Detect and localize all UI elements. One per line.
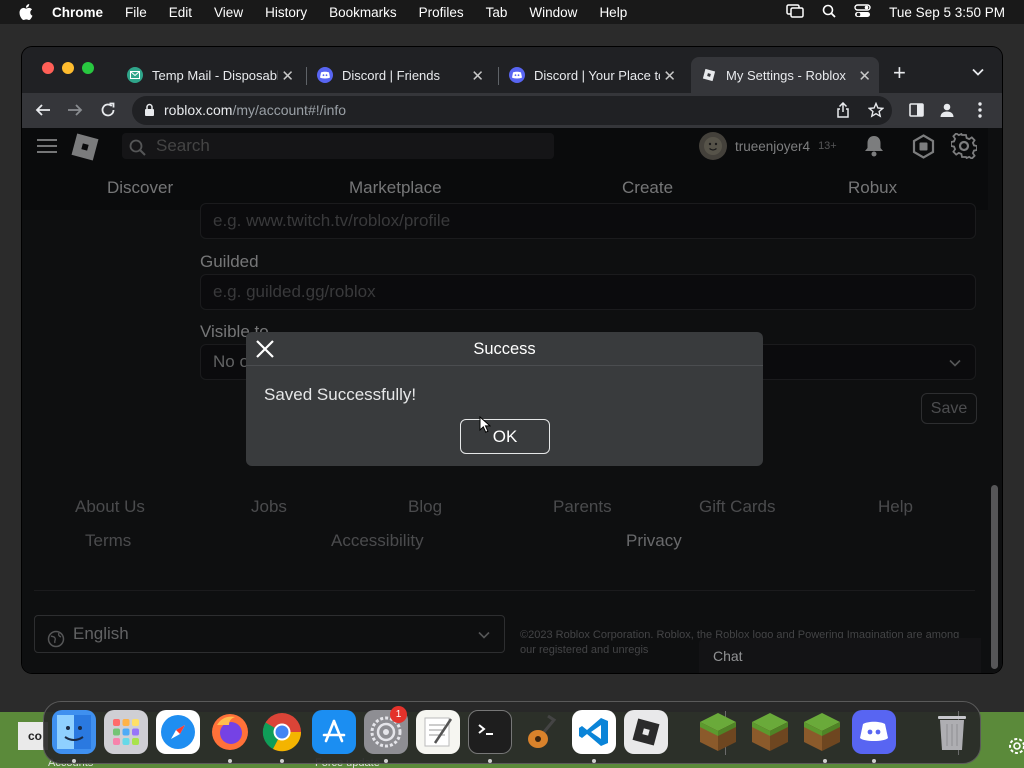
tab-title: Temp Mail - Disposable [152,67,278,83]
tab-title: Discord | Friends [342,67,441,83]
garageband-icon[interactable] [520,710,564,754]
dialog-title: Success [473,340,536,358]
lock-icon[interactable] [144,103,155,122]
side-panel-icon[interactable] [906,100,926,120]
share-icon[interactable] [836,101,850,123]
trash-icon[interactable] [930,710,974,754]
tab-roblox-settings[interactable]: My Settings - Roblox ✕ [691,57,879,93]
tab-temp-mail[interactable]: Temp Mail - Disposable ✕ [127,57,302,93]
textedit-icon[interactable] [416,710,460,754]
url-domain: roblox.com [164,102,233,118]
address-bar[interactable]: roblox.com/my/account#!/info [132,96,892,125]
launchpad-icon[interactable] [104,710,148,754]
discord-icon[interactable] [852,710,896,754]
desktop-gear-icon[interactable] [1007,736,1024,761]
back-icon[interactable] [33,100,53,120]
apple-icon[interactable] [18,4,34,20]
menu-view[interactable]: View [214,5,243,20]
menu-file[interactable]: File [125,5,147,20]
success-dialog: Success Saved Successfully! OK [246,332,763,466]
chrome-menu-icon[interactable] [970,100,990,120]
tab-strip: Temp Mail - Disposable ✕ Discord | Frien… [22,47,1002,93]
tab-close-icon[interactable]: ✕ [858,67,871,85]
dialog-header: Success [246,332,763,366]
menu-help[interactable]: Help [599,5,627,20]
running-indicator [228,759,232,763]
tab-close-icon[interactable]: ✕ [471,67,484,85]
minecraft-icon[interactable] [696,710,740,754]
vscode-icon[interactable] [572,710,616,754]
tab-title: Discord | Your Place to [534,67,660,83]
tab-separator [498,67,499,85]
window-zoom-button[interactable] [82,62,94,74]
control-center-icon[interactable] [854,3,871,21]
tab-discord-your-place[interactable]: Discord | Your Place to ✕ [509,57,684,93]
bookmark-star-icon[interactable] [867,101,885,123]
safari-icon[interactable] [156,710,200,754]
spotlight-search-icon[interactable] [822,4,836,21]
menu-tab[interactable]: Tab [486,5,508,20]
tab-separator [306,67,307,85]
settings-notification-badge: 1 [390,706,407,723]
forward-icon[interactable] [65,100,85,120]
url-text: roblox.com/my/account#!/info [164,102,346,118]
close-icon[interactable] [255,339,275,359]
tab-discord-friends[interactable]: Discord | Friends ✕ [317,57,492,93]
tempmail-icon [127,67,143,83]
window-close-button[interactable] [42,62,54,74]
terminal-icon[interactable] [468,710,512,754]
profile-icon[interactable] [937,100,957,120]
tab-close-icon[interactable]: ✕ [663,67,676,85]
running-indicator [872,759,876,763]
running-indicator [823,759,827,763]
browser-toolbar: roblox.com/my/account#!/info [22,93,1002,128]
roblox-icon[interactable] [624,710,668,754]
url-path: /my/account#!/info [232,102,347,118]
menu-history[interactable]: History [265,5,307,20]
minecraft-icon[interactable] [800,710,844,754]
screen-mirroring-icon[interactable] [786,3,804,21]
window-minimize-button[interactable] [62,62,74,74]
finder-icon[interactable] [52,710,96,754]
tab-search-chevron-icon[interactable] [972,63,984,81]
chrome-icon[interactable] [260,710,304,754]
app-name[interactable]: Chrome [52,5,103,20]
menu-edit[interactable]: Edit [169,5,192,20]
new-tab-icon[interactable]: + [893,60,906,86]
menu-bookmarks[interactable]: Bookmarks [329,5,397,20]
reload-icon[interactable] [98,100,118,120]
discord-icon [317,67,333,83]
macos-menubar: Chrome File Edit View History Bookmarks … [0,0,1024,24]
roblox-icon [701,67,717,83]
tab-close-icon[interactable]: ✕ [281,67,294,85]
roblox-page: Search trueenjoyer4 13+ Discover Marketp… [22,128,1002,673]
ok-button[interactable]: OK [460,419,550,454]
menu-profiles[interactable]: Profiles [419,5,464,20]
firefox-icon[interactable] [208,710,252,754]
chrome-window: Temp Mail - Disposable ✕ Discord | Frien… [22,47,1002,673]
macos-dock [43,701,981,764]
running-indicator [488,759,492,763]
running-indicator [384,759,388,763]
running-indicator [72,759,76,763]
app-store-icon[interactable] [312,710,356,754]
running-indicator [592,759,596,763]
discord-icon [509,67,525,83]
menubar-clock[interactable]: Tue Sep 5 3:50 PM [889,5,1005,20]
mouse-cursor-icon [479,415,492,439]
menu-window[interactable]: Window [529,5,577,20]
minecraft-icon[interactable] [748,710,792,754]
running-indicator [280,759,284,763]
tab-title: My Settings - Roblox [726,67,846,83]
dialog-message: Saved Successfully! [264,385,417,404]
